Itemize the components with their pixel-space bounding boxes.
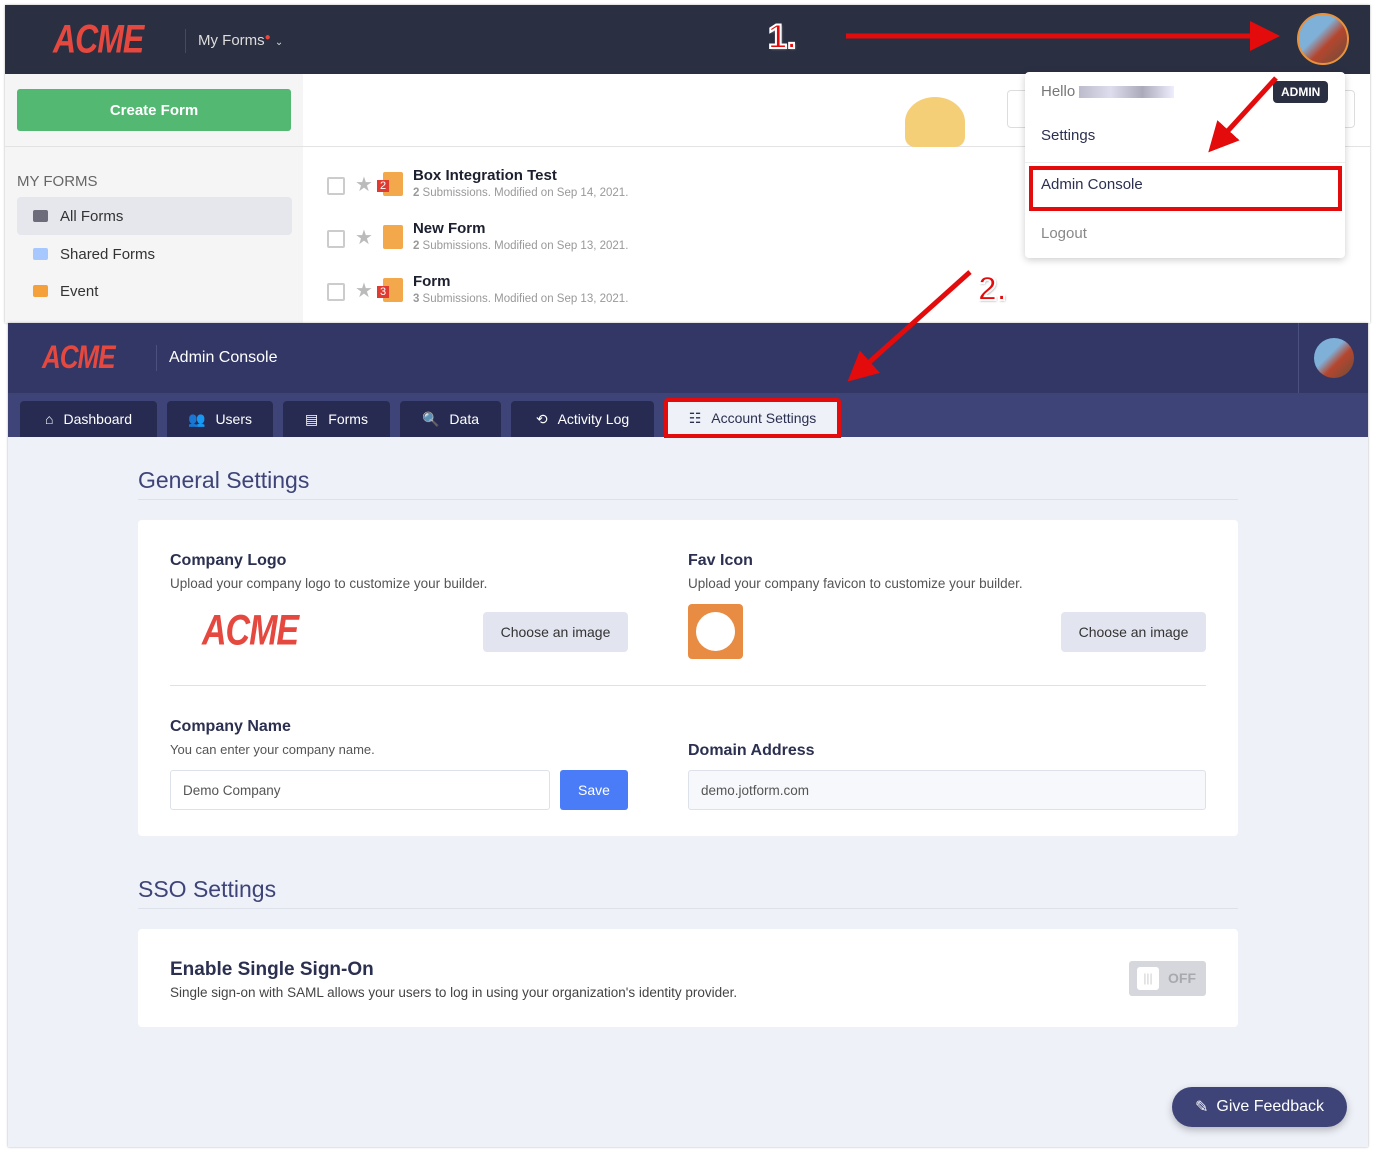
annotation-arrows	[846, 21, 1280, 382]
arrow-to-account-settings	[847, 270, 972, 382]
arrow-to-admin-console	[1208, 76, 1278, 153]
step-1-label: 1.	[767, 17, 797, 57]
step-2-label: 2.	[977, 269, 1007, 309]
